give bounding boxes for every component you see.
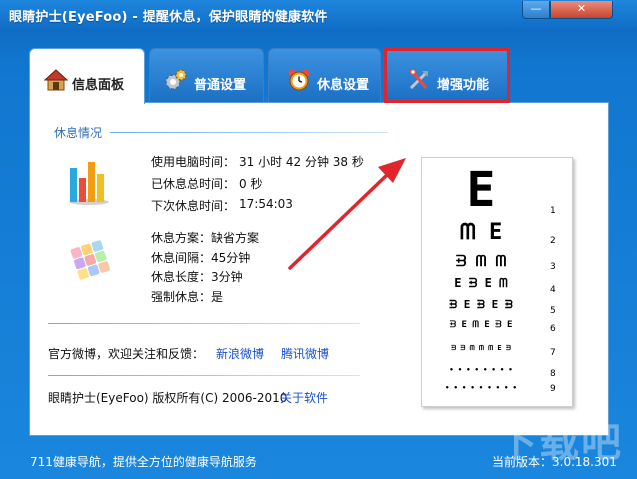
- eye-chart-number: 5: [550, 306, 556, 316]
- rested-time-label: 已休息总时间：: [151, 177, 236, 191]
- rest-scheme-label: 休息方案：: [151, 231, 212, 245]
- eye-chart-row: E: [466, 162, 496, 218]
- eye-chart-row: E ᗲ E ᗰ: [454, 276, 508, 290]
- rest-scheme-value: 缺省方案: [211, 231, 260, 245]
- eye-chart: E ᗰ E ᗲ ᗰ ᗰ E ᗲ E ᗰ ᗲ E ᗲ E ᗲ ᗲ E ᗰ E ᗲ …: [421, 157, 573, 407]
- window-title: 眼睛护士(EyeFoo) - 提醒休息，保护眼睛的健康软件: [9, 10, 328, 25]
- tencent-weibo-link[interactable]: 腾讯微博: [281, 345, 329, 362]
- rubik-cube-icon: [66, 236, 114, 282]
- tab-label: 增强功能: [437, 78, 490, 93]
- forced-rest-label: 强制休息：: [151, 290, 212, 304]
- eye-chart-row: ᗲ ᗲ ᗰ ᗰ ᗰ E ᗲ: [451, 344, 511, 352]
- eye-chart-number: 7: [550, 348, 556, 358]
- eye-chart-number: 2: [550, 236, 556, 246]
- tab-rest-settings[interactable]: 休息设置: [268, 48, 381, 103]
- about-link[interactable]: 关于软件: [280, 389, 328, 406]
- forced-rest-value: 是: [211, 290, 224, 304]
- health-nav-link[interactable]: 711健康导航，提供全方位的健康导航服务: [30, 453, 257, 470]
- eye-chart-number: 9: [550, 384, 556, 394]
- eye-chart-number: 1: [550, 206, 556, 216]
- title-bar[interactable]: 眼睛护士(EyeFoo) - 提醒休息，保护眼睛的健康软件 — ✕: [0, 0, 637, 30]
- eye-chart-number: 6: [550, 324, 556, 334]
- next-rest-label: 下次休息时间：: [151, 199, 236, 213]
- rest-interval-label: 休息间隔：: [151, 251, 212, 265]
- house-icon: [43, 68, 69, 92]
- tab-info-panel[interactable]: 信息面板: [29, 48, 145, 104]
- eye-chart-row: ᗲ E ᗲ E ᗲ: [449, 298, 513, 311]
- tools-icon: [407, 68, 431, 92]
- close-button[interactable]: ✕: [550, 1, 613, 19]
- rest-length-label: 休息长度：: [151, 270, 212, 284]
- section-divider: [110, 132, 388, 133]
- eye-chart-number: 4: [550, 285, 556, 295]
- weibo-text: 官方微博，欢迎关注和反馈：: [48, 347, 205, 361]
- eye-chart-number: 3: [550, 262, 556, 272]
- eye-chart-row: ᗰ E: [459, 220, 503, 245]
- section-title-rest: 休息情况: [54, 126, 103, 140]
- tab-enhanced-features[interactable]: 增强功能: [386, 48, 508, 103]
- tab-label: 普通设置: [194, 78, 247, 93]
- eye-chart-row: ᗲ E ᗰ E ᗲ E: [449, 320, 513, 330]
- eye-chart-row: • • • • • • • •: [449, 366, 513, 374]
- divider: [48, 375, 360, 376]
- rest-length-value: 3分钟: [211, 270, 243, 284]
- rest-interval-value: 45分钟: [211, 251, 251, 265]
- watermark: 下载吧: [497, 420, 623, 466]
- minimize-button[interactable]: —: [522, 1, 550, 19]
- red-arrow-annotation: [288, 158, 406, 270]
- sina-weibo-link[interactable]: 新浪微博: [216, 345, 264, 362]
- eye-chart-row: • • • • • • • • •: [445, 384, 517, 392]
- alarm-clock-icon: [287, 68, 311, 92]
- usage-time-label: 使用电脑时间：: [151, 155, 236, 169]
- eye-chart-row: ᗲ ᗰ ᗰ: [455, 252, 507, 270]
- tab-general-settings[interactable]: 普通设置: [149, 48, 264, 103]
- tab-label: 休息设置: [317, 78, 370, 93]
- statistics-icon: [66, 158, 112, 206]
- rested-time-value: 0 秒: [239, 177, 263, 191]
- copyright-text: 眼睛护士(EyeFoo) 版权所有(C) 2006-2010: [48, 391, 288, 405]
- tab-label: 信息面板: [72, 78, 125, 93]
- gears-icon: [164, 68, 188, 92]
- divider: [48, 323, 360, 324]
- app-window: 眼睛护士(EyeFoo) - 提醒休息，保护眼睛的健康软件 — ✕ 信息面板 普…: [0, 0, 637, 479]
- eye-chart-number: 8: [550, 369, 556, 379]
